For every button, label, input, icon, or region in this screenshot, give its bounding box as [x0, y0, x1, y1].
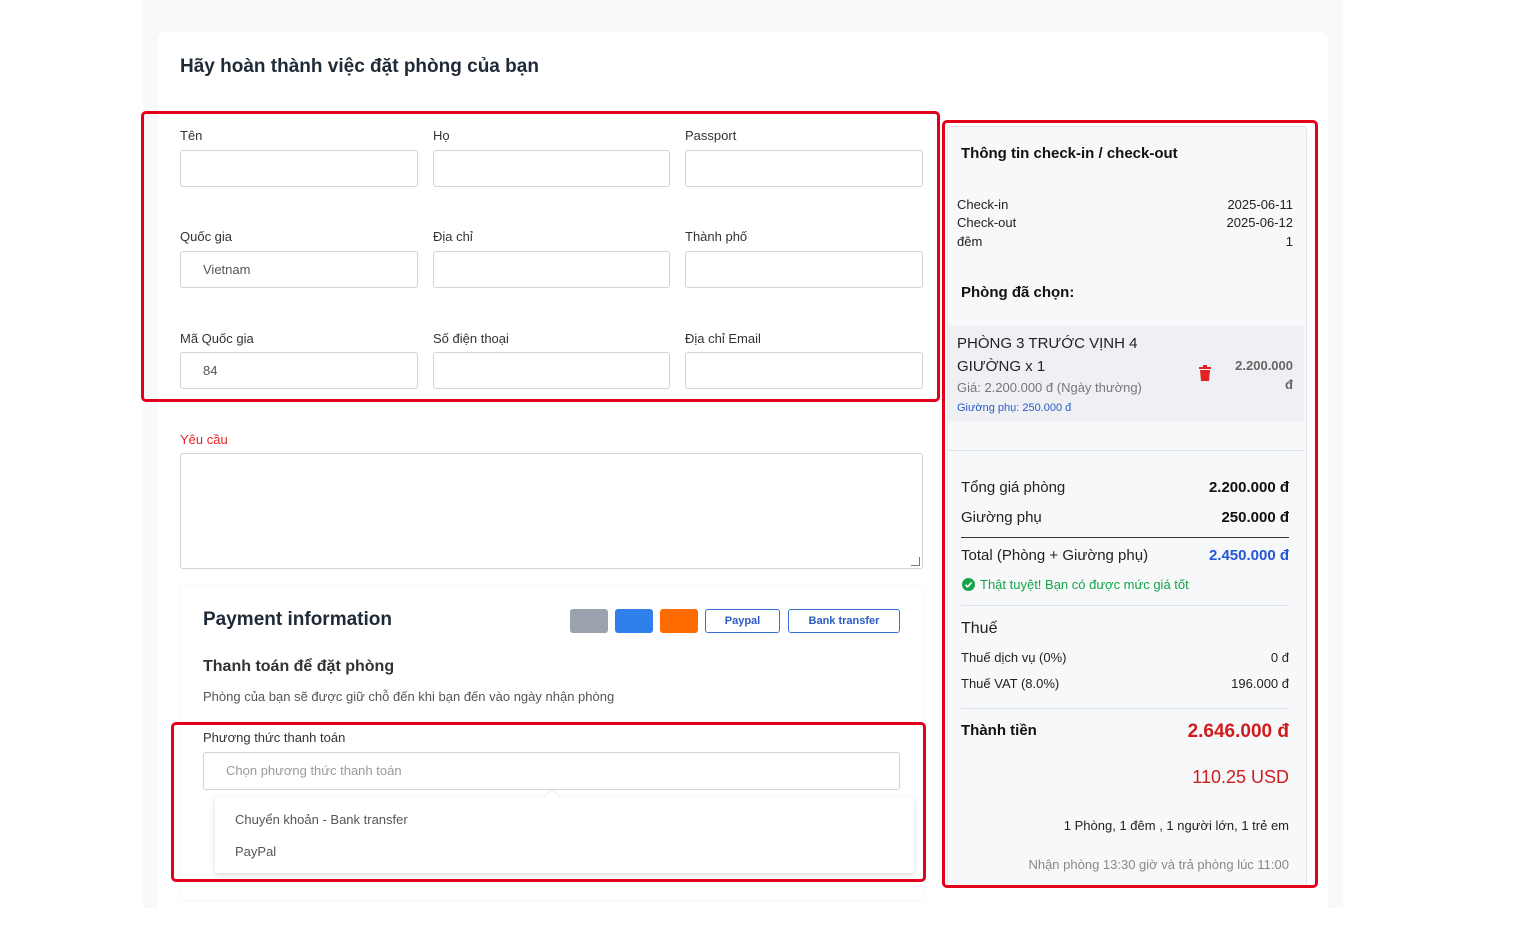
card-chip-blue[interactable]	[615, 609, 653, 633]
payment-subheading: Thanh toán để đặt phòng	[203, 658, 395, 675]
payment-method-highlight	[171, 722, 926, 882]
request-label: Yêu cầu	[180, 432, 228, 447]
page-title: Hãy hoàn thành việc đặt phòng của bạn	[180, 56, 539, 77]
summary-highlight	[942, 120, 1318, 888]
card-chip-gray[interactable]	[570, 609, 608, 633]
payment-note: Phòng của bạn sẽ được giữ chỗ đến khi bạ…	[203, 689, 615, 704]
bank-transfer-chip[interactable]: Bank transfer	[788, 609, 900, 633]
guest-form-highlight	[141, 111, 940, 402]
card-chip-orange[interactable]	[660, 609, 698, 633]
payment-heading: Payment information	[203, 609, 392, 630]
request-textarea[interactable]	[180, 453, 923, 569]
resize-grip-icon[interactable]	[911, 557, 920, 566]
paypal-chip[interactable]: Paypal	[705, 609, 780, 633]
